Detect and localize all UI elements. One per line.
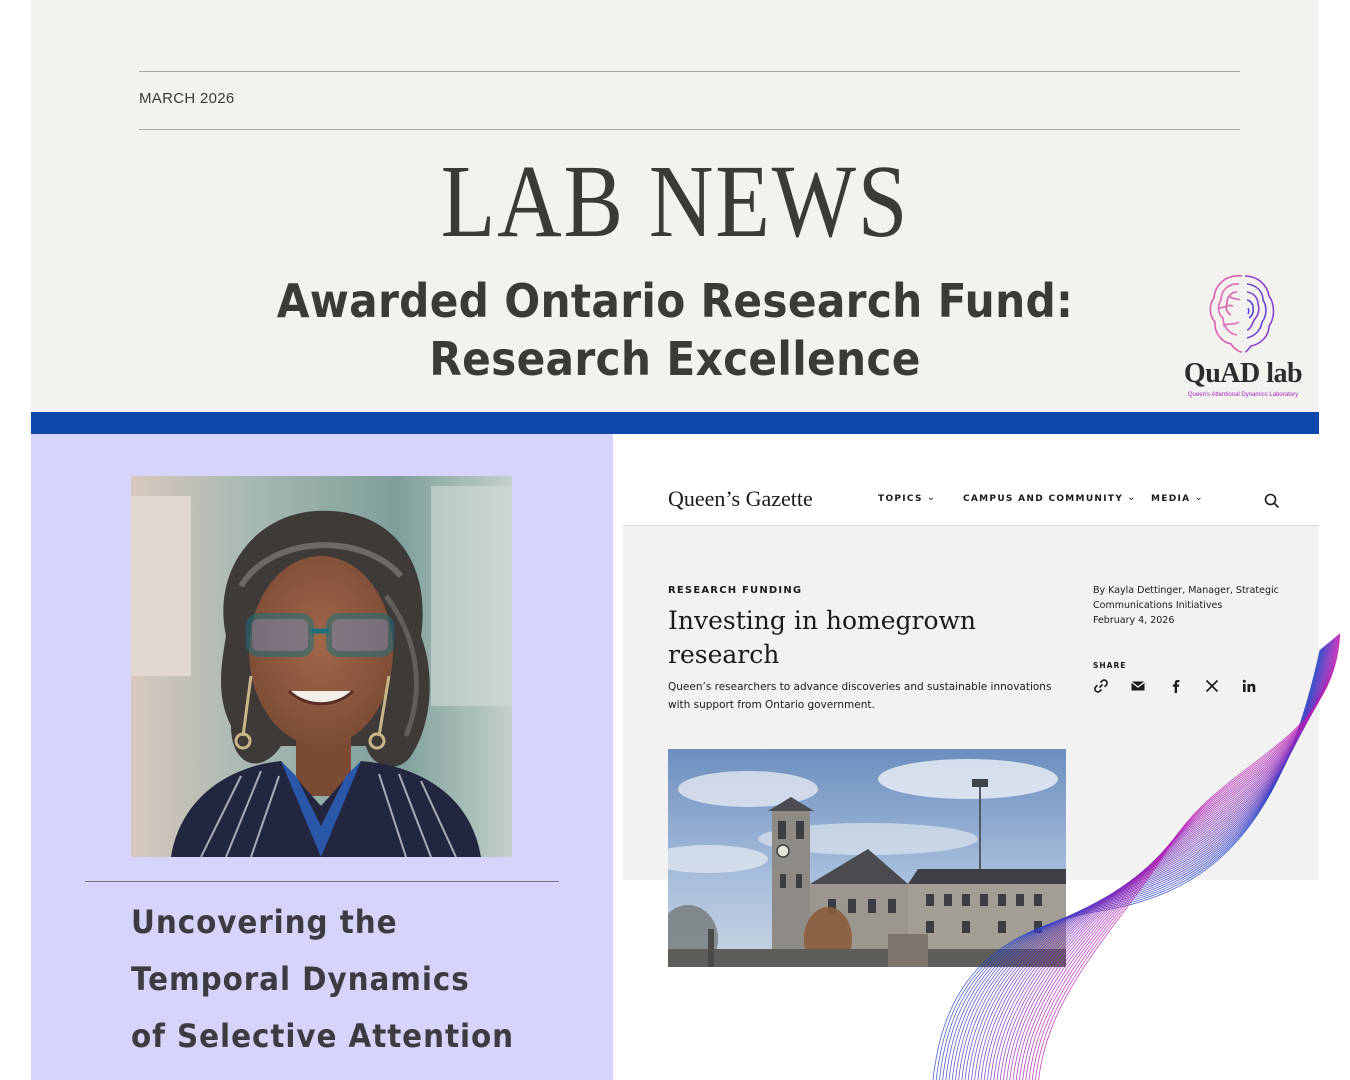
gazette-brand[interactable]: Queen’s Gazette <box>668 486 813 512</box>
main-headline: Awarded Ontario Research Fund: Research … <box>83 272 1268 388</box>
byline-line-1: By Kayla Dettinger, Manager, Strategic <box>1093 585 1279 596</box>
article-byline: By Kayla Dettinger, Manager, Strategic C… <box>1093 583 1283 628</box>
share-icons <box>1093 678 1293 698</box>
logo-subtitle: Queen's Attentional Dynamics Laboratory <box>1187 392 1299 398</box>
facebook-icon[interactable] <box>1168 678 1184 694</box>
nav-item-media[interactable]: MEDIA ⌄ <box>1151 492 1205 504</box>
headline-line-2: Research Excellence <box>429 332 921 386</box>
article-photo-grant-hall <box>668 749 1066 967</box>
chevron-down-icon: ⌄ <box>1127 492 1137 503</box>
search-icon[interactable] <box>1263 492 1281 510</box>
newsletter-header: MARCH 2026 LAB NEWS Awarded Ontario Rese… <box>31 0 1319 412</box>
researcher-portrait <box>131 476 512 857</box>
header-top-rule <box>139 71 1240 72</box>
chevron-down-icon: ⌄ <box>926 492 937 503</box>
feature-title-line-2: Temporal Dynamics <box>131 960 470 998</box>
newsletter-page: MARCH 2026 LAB NEWS Awarded Ontario Rese… <box>31 0 1319 1080</box>
gazette-navbar: Queen’s Gazette TOPICS ⌄ CAMPUS AND COMMU… <box>623 468 1319 526</box>
byline-line-2: Communications Initiatives <box>1093 600 1223 611</box>
nav-item-topics[interactable]: TOPICS ⌄ <box>878 492 937 504</box>
feature-title-line-1: Uncovering the <box>131 903 398 941</box>
link-icon[interactable] <box>1093 678 1109 694</box>
feature-title: Uncovering the Temporal Dynamics of Sele… <box>131 894 563 1065</box>
feature-divider <box>85 881 559 882</box>
feature-title-line-3: of Selective Attention <box>131 1017 514 1055</box>
brain-fingerprint-icon <box>1209 274 1275 353</box>
accent-divider-bar <box>31 412 1319 434</box>
linkedin-icon[interactable] <box>1241 678 1257 694</box>
article-category[interactable]: RESEARCH FUNDING <box>668 585 802 596</box>
headline-line-1: Awarded Ontario Research Fund: <box>276 274 1074 328</box>
article-dek: Queen’s researchers to advance discoveri… <box>668 681 1052 711</box>
mail-icon[interactable] <box>1130 678 1146 694</box>
chevron-down-icon: ⌄ <box>1194 492 1205 503</box>
header-bottom-rule <box>139 129 1240 130</box>
quad-lab-logo: QuAD lab Queen's Attentional Dynamics La… <box>1177 270 1309 405</box>
issue-date: MARCH 2026 <box>139 90 235 107</box>
gazette-article-screenshot: Queen’s Gazette TOPICS ⌄ CAMPUS AND COMMU… <box>623 468 1319 968</box>
campus-photo <box>668 749 1066 967</box>
portrait-image <box>131 476 512 857</box>
x-icon[interactable] <box>1204 678 1220 694</box>
masthead-title: LAB NEWS <box>440 144 910 259</box>
article-date: February 4, 2026 <box>1093 615 1175 626</box>
logo-wordmark: QuAD lab <box>1183 358 1303 389</box>
share-label: SHARE <box>1093 661 1127 670</box>
nav-item-campus-and-community[interactable]: CAMPUS AND COMMUNITY ⌄ <box>963 492 1137 504</box>
feature-panel: Uncovering the Temporal Dynamics of Sele… <box>31 434 613 1080</box>
article-title: Investing in homegrown research <box>668 606 977 669</box>
